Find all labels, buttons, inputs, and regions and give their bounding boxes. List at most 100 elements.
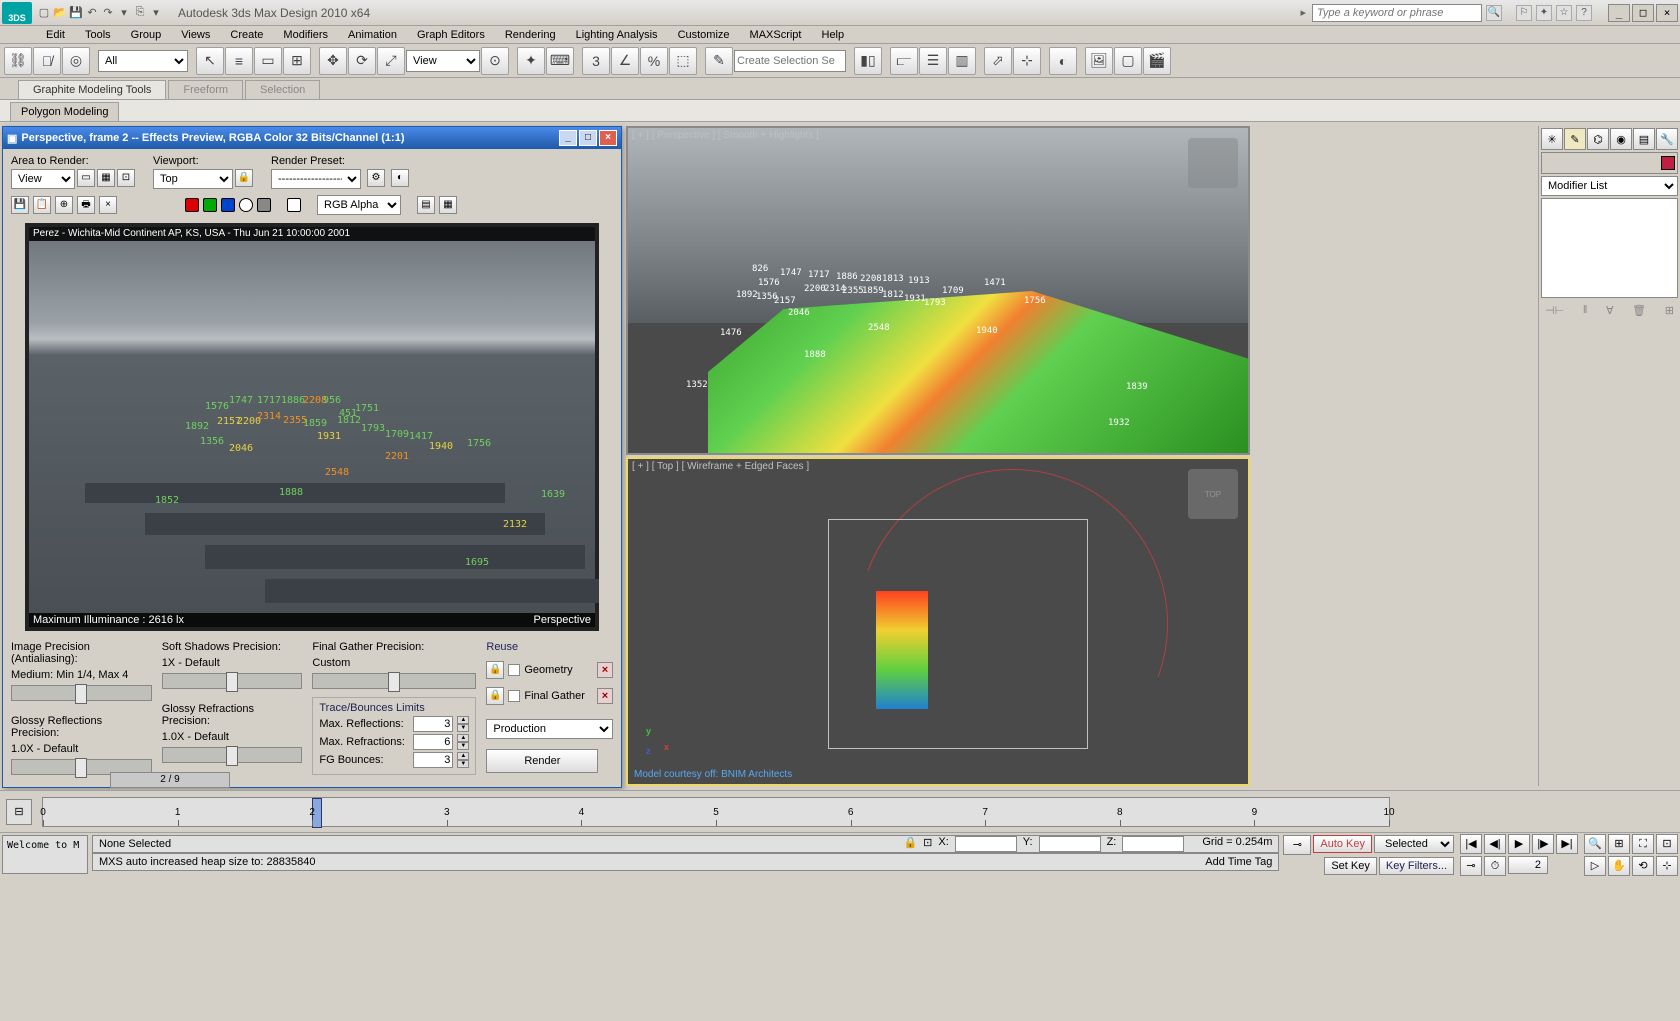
- soft-shadows-slider[interactable]: [162, 673, 303, 689]
- current-frame-input[interactable]: [1508, 856, 1548, 874]
- fov-icon[interactable]: ▷: [1584, 856, 1606, 876]
- spin-down-icon[interactable]: ▼: [457, 760, 469, 768]
- geometry-checkbox[interactable]: [508, 664, 520, 676]
- blue-channel-icon[interactable]: [221, 198, 235, 212]
- minimize-button[interactable]: _: [1608, 4, 1630, 22]
- geometry-delete-icon[interactable]: ×: [597, 662, 613, 678]
- spin-up-icon[interactable]: ▲: [457, 734, 469, 742]
- preset-dropdown[interactable]: -------------------------: [271, 169, 361, 189]
- mirror-icon[interactable]: ▮▯: [854, 47, 882, 75]
- menu-edit[interactable]: Edit: [36, 27, 75, 43]
- finalgather-checkbox[interactable]: [508, 690, 520, 702]
- make-unique-icon[interactable]: ∀: [1606, 304, 1614, 317]
- named-selection-icon[interactable]: ✎: [705, 47, 733, 75]
- reuse-geom-lock-icon[interactable]: 🔒: [486, 661, 504, 679]
- window-crossing-icon[interactable]: ⊞: [283, 47, 311, 75]
- reuse-fg-lock-icon[interactable]: 🔒: [486, 687, 504, 705]
- move-icon[interactable]: ✥: [319, 47, 347, 75]
- maximize-button[interactable]: □: [1632, 4, 1654, 22]
- keyfilters-button[interactable]: Key Filters...: [1379, 857, 1454, 875]
- pivot-icon[interactable]: ⊙: [481, 47, 509, 75]
- zoom-icon[interactable]: 🔍: [1584, 834, 1606, 854]
- menu-tools[interactable]: Tools: [75, 27, 121, 43]
- time-ruler[interactable]: 012345678910: [42, 797, 1390, 827]
- menu-modifiers[interactable]: Modifiers: [273, 27, 338, 43]
- script-listener[interactable]: Welcome to M: [2, 835, 88, 874]
- quick-dropdown-icon[interactable]: ▾: [116, 5, 132, 21]
- max-toggle-icon[interactable]: ⊹: [1656, 856, 1678, 876]
- spin-down-icon[interactable]: ▼: [457, 742, 469, 750]
- quick-more-icon[interactable]: ▾: [148, 5, 164, 21]
- time-config-icon[interactable]: ⏱: [1484, 856, 1506, 876]
- final-gather-slider[interactable]: [312, 673, 476, 689]
- undo-icon[interactable]: ↶: [84, 5, 100, 21]
- viewport-perspective[interactable]: [ + ] [ Perspective ] [ Smooth + Highlig…: [626, 126, 1250, 455]
- menu-grapheditors[interactable]: Graph Editors: [407, 27, 495, 43]
- production-dropdown[interactable]: Production: [486, 719, 613, 739]
- viewcube-icon[interactable]: [1188, 138, 1238, 188]
- tab-graphite[interactable]: Graphite Modeling Tools: [18, 80, 166, 99]
- menu-group[interactable]: Group: [121, 27, 172, 43]
- link-tool-icon[interactable]: ⛓: [4, 47, 32, 75]
- menu-rendering[interactable]: Rendering: [495, 27, 566, 43]
- toggle-overlay-icon[interactable]: ▤: [417, 196, 435, 214]
- select-region-icon[interactable]: ▭: [254, 47, 282, 75]
- subscription-icon[interactable]: ✦: [1536, 5, 1552, 21]
- snap-icon[interactable]: 3: [582, 47, 610, 75]
- fg-bounces-input[interactable]: [413, 752, 453, 768]
- close-button[interactable]: ×: [1656, 4, 1678, 22]
- pin-stack-icon[interactable]: ⊣⊢: [1545, 304, 1564, 317]
- motion-tab-icon[interactable]: ◉: [1610, 128, 1632, 150]
- area-edit-icon[interactable]: ▭: [77, 169, 95, 187]
- link-icon[interactable]: ⎘: [132, 5, 148, 21]
- curve-editor-icon[interactable]: ⬀: [984, 47, 1012, 75]
- render-frame-icon[interactable]: ▢: [1114, 47, 1142, 75]
- x-coord-input[interactable]: [955, 836, 1017, 852]
- named-selection-input[interactable]: [734, 50, 846, 72]
- rotate-icon[interactable]: ⟳: [348, 47, 376, 75]
- zoom-extents-all-icon[interactable]: ⊡: [1656, 834, 1678, 854]
- spinner-snap-icon[interactable]: ⬚: [669, 47, 697, 75]
- app-logo[interactable]: 3DS: [2, 2, 32, 24]
- prev-key-icon[interactable]: ⊸: [1283, 835, 1311, 855]
- vp2-label[interactable]: [ + ] [ Top ] [ Wireframe + Edged Faces …: [632, 461, 809, 472]
- zoom-all-icon[interactable]: ⊞: [1608, 834, 1630, 854]
- modifier-list-dropdown[interactable]: Modifier List: [1541, 176, 1678, 196]
- help-icon[interactable]: ?: [1576, 5, 1592, 21]
- autokey-button[interactable]: Auto Key: [1313, 835, 1372, 853]
- menu-help[interactable]: Help: [812, 27, 855, 43]
- spin-up-icon[interactable]: ▲: [457, 752, 469, 760]
- setkey-button[interactable]: Set Key: [1324, 857, 1377, 875]
- render-window-titlebar[interactable]: ▣ Perspective, frame 2 -- Effects Previe…: [3, 127, 621, 149]
- configure-icon[interactable]: ⊞: [1665, 304, 1674, 317]
- viewport-top[interactable]: [ + ] [ Top ] [ Wireframe + Edged Faces …: [626, 457, 1250, 786]
- new-icon[interactable]: ▢: [36, 5, 52, 21]
- viewcube-top-icon[interactable]: TOP: [1188, 469, 1238, 519]
- favorites-icon[interactable]: ☆: [1556, 5, 1572, 21]
- layer-manager-icon[interactable]: ▥: [948, 47, 976, 75]
- render-setup-icon[interactable]: 🖼: [1085, 47, 1113, 75]
- render-minimize-icon[interactable]: _: [559, 130, 577, 146]
- zoom-extents-icon[interactable]: ⛶: [1632, 834, 1654, 854]
- area-region-icon[interactable]: ⊡: [117, 169, 135, 187]
- bg-white-icon[interactable]: [287, 198, 301, 212]
- glossy-refr-slider[interactable]: [162, 747, 303, 763]
- remove-mod-icon[interactable]: 🗑: [1632, 304, 1646, 317]
- vp1-label[interactable]: [ + ] [ Perspective ] [ Smooth + Highlig…: [632, 130, 819, 141]
- layers-icon[interactable]: ☰: [919, 47, 947, 75]
- prev-frame-icon[interactable]: ◀|: [1484, 834, 1506, 854]
- image-precision-slider[interactable]: [11, 685, 152, 701]
- spin-down-icon[interactable]: ▼: [457, 724, 469, 732]
- hierarchy-tab-icon[interactable]: ⌬: [1587, 128, 1609, 150]
- comm-center-icon[interactable]: ⚐: [1516, 5, 1532, 21]
- object-color-swatch[interactable]: [1661, 156, 1675, 170]
- channel-dropdown[interactable]: RGB Alpha: [317, 195, 401, 215]
- render-maximize-icon[interactable]: □: [579, 130, 597, 146]
- search-icon[interactable]: 🔍: [1486, 5, 1502, 21]
- selection-filter-dropdown[interactable]: All: [98, 50, 188, 72]
- menu-create[interactable]: Create: [220, 27, 273, 43]
- ref-coord-dropdown[interactable]: View: [406, 50, 480, 72]
- menu-customize[interactable]: Customize: [668, 27, 740, 43]
- schematic-icon[interactable]: ⊹: [1013, 47, 1041, 75]
- clone-window-icon[interactable]: ⊕: [55, 196, 73, 214]
